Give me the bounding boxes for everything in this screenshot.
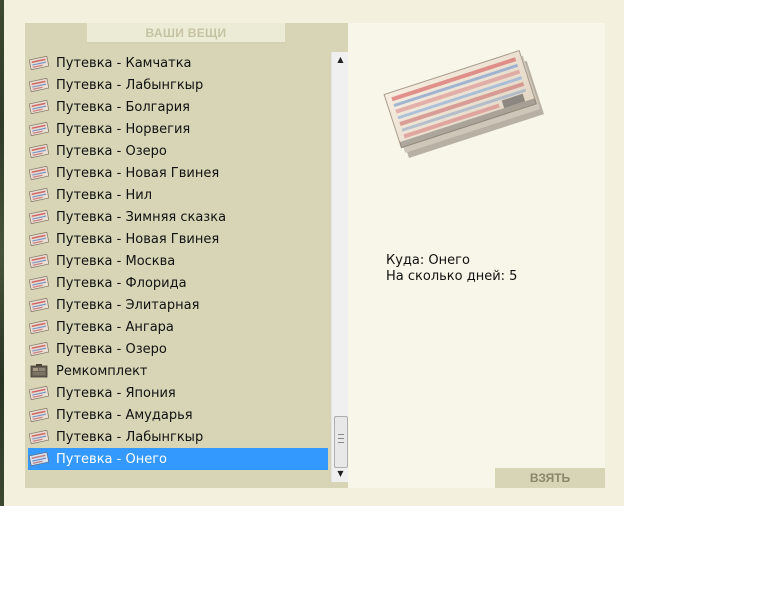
- list-item[interactable]: Путевка - Новая Гвинея: [28, 162, 328, 184]
- ticket-icon: [29, 451, 49, 467]
- grip-line: [338, 442, 344, 443]
- ticket-icon: [29, 407, 49, 423]
- list-item[interactable]: Путевка - Онего: [28, 448, 328, 470]
- list-item-label: Путевка - Флорида: [56, 275, 187, 291]
- ticket-icon: [29, 429, 49, 445]
- ticket-icon: [29, 99, 49, 115]
- list-item-label: Путевка - Озеро: [56, 341, 167, 357]
- list-item[interactable]: Ремкомплект: [28, 360, 328, 382]
- repair-kit-icon: [29, 363, 49, 379]
- list-item-label: Путевка - Зимняя сказка: [56, 209, 227, 225]
- scroll-thumb[interactable]: [334, 416, 348, 468]
- ticket-bundle-image: [383, 42, 548, 162]
- list-item[interactable]: Путевка - Япония: [28, 382, 328, 404]
- ticket-icon: [29, 187, 49, 203]
- list-item[interactable]: Путевка - Зимняя сказка: [28, 206, 328, 228]
- panel-title: ВАШИ ВЕЩИ: [87, 23, 285, 44]
- items-list: Путевка - Камчатка Путевка - Лабынгкыр Пут…: [28, 52, 328, 472]
- take-button[interactable]: ВЗЯТЬ: [495, 468, 605, 488]
- list-item[interactable]: Путевка - Болгария: [28, 96, 328, 118]
- list-item[interactable]: Путевка - Новая Гвинея: [28, 228, 328, 250]
- list-item-label: Путевка - Ангара: [56, 319, 174, 335]
- list-item[interactable]: Путевка - Ангара: [28, 316, 328, 338]
- ticket-icon: [29, 231, 49, 247]
- grip-line: [338, 434, 344, 435]
- list-item[interactable]: Путевка - Флорида: [28, 272, 328, 294]
- list-item-label: Путевка - Онего: [56, 451, 167, 467]
- ticket-icon: [29, 77, 49, 93]
- ticket-icon: [29, 121, 49, 137]
- list-item-label: Путевка - Москва: [56, 253, 176, 269]
- list-item-label: Путевка - Лабынгкыр: [56, 77, 204, 93]
- list-item[interactable]: Путевка - Москва: [28, 250, 328, 272]
- list-item-label: Путевка - Озеро: [56, 143, 167, 159]
- list-item[interactable]: Путевка - Лабынгкыр: [28, 426, 328, 448]
- list-item-label: Путевка - Япония: [56, 385, 176, 401]
- list-item-label: Путевка - Амударья: [56, 407, 193, 423]
- list-item-label: Путевка - Элитарная: [56, 297, 200, 313]
- items-scrollbar[interactable]: ▲ ▼: [331, 52, 349, 482]
- grip-line: [338, 438, 344, 439]
- ticket-icon: [29, 209, 49, 225]
- ticket-icon: [29, 297, 49, 313]
- list-item[interactable]: Путевка - Озеро: [28, 338, 328, 360]
- ticket-icon: [29, 55, 49, 71]
- ticket-icon: [29, 275, 49, 291]
- ticket-icon: [29, 341, 49, 357]
- list-item-label: Путевка - Нил: [56, 187, 153, 203]
- destination-text: Куда: Онего: [386, 253, 470, 268]
- list-item-label: Путевка - Болгария: [56, 99, 190, 115]
- ticket-icon: [29, 253, 49, 269]
- list-item-label: Путевка - Камчатка: [56, 55, 192, 71]
- list-item[interactable]: Путевка - Озеро: [28, 140, 328, 162]
- duration-text: На сколько дней: 5: [386, 269, 518, 284]
- list-item[interactable]: Путевка - Элитарная: [28, 294, 328, 316]
- ticket-icon: [29, 165, 49, 181]
- list-item[interactable]: Путевка - Норвегия: [28, 118, 328, 140]
- left-border-strip: [0, 0, 4, 506]
- ticket-icon: [29, 385, 49, 401]
- list-item-label: Путевка - Норвегия: [56, 121, 191, 137]
- list-item-label: Путевка - Новая Гвинея: [56, 231, 220, 247]
- list-item-label: Путевка - Лабынгкыр: [56, 429, 204, 445]
- list-item[interactable]: Путевка - Нил: [28, 184, 328, 206]
- list-item[interactable]: Путевка - Амударья: [28, 404, 328, 426]
- list-item[interactable]: Путевка - Лабынгкыр: [28, 74, 328, 96]
- list-item-label: Ремкомплект: [56, 363, 148, 379]
- ticket-icon: [29, 319, 49, 335]
- list-item-label: Путевка - Новая Гвинея: [56, 165, 220, 181]
- ticket-icon: [29, 143, 49, 159]
- list-item[interactable]: Путевка - Камчатка: [28, 52, 328, 74]
- scroll-down-arrow-icon[interactable]: ▼: [332, 466, 349, 482]
- scroll-up-arrow-icon[interactable]: ▲: [332, 52, 349, 68]
